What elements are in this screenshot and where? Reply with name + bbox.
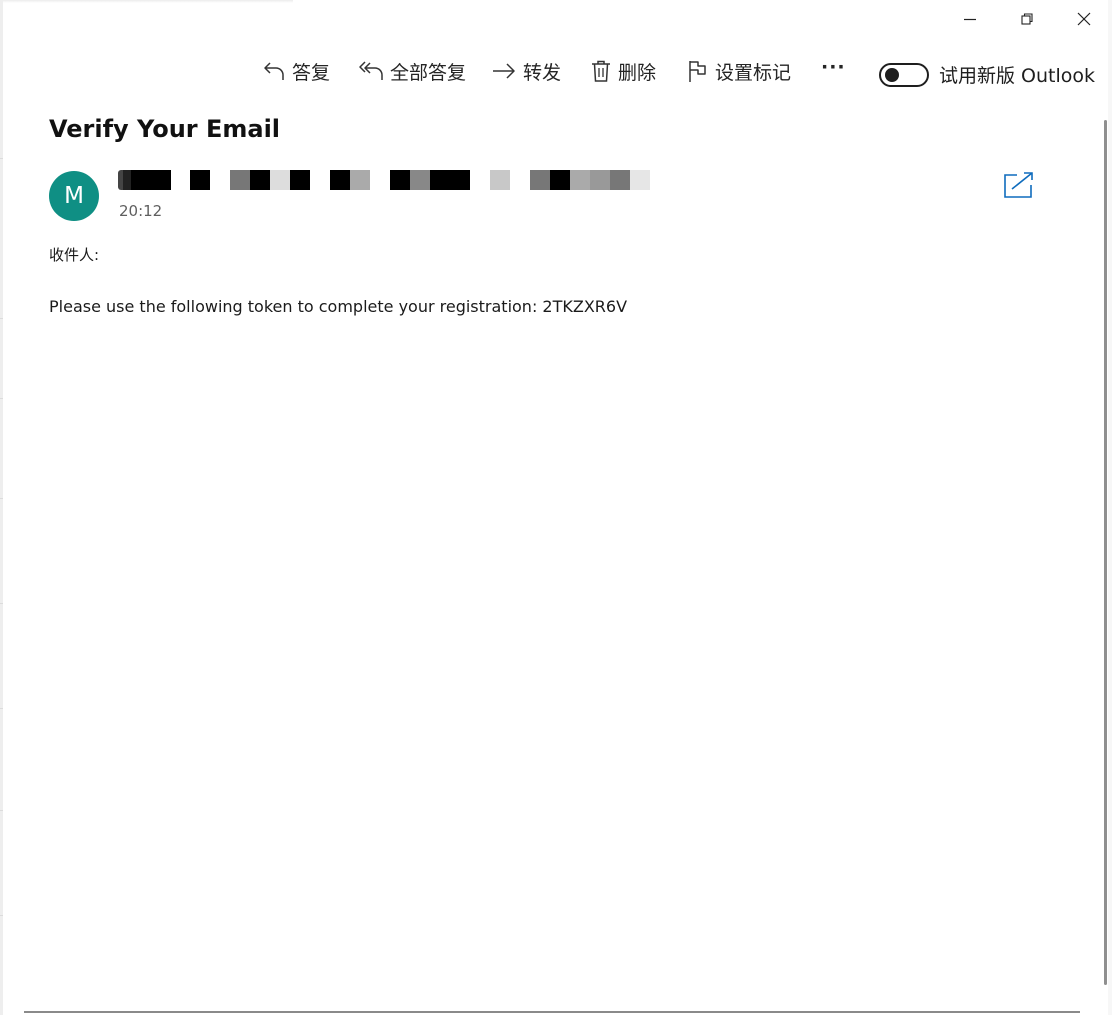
left-pane-divider: [0, 708, 3, 709]
close-icon: [1077, 12, 1091, 26]
delete-button[interactable]: 删除: [590, 56, 656, 86]
message-subject: Verify Your Email: [49, 115, 281, 143]
reply-label: 答复: [292, 61, 331, 84]
tab-shadow: [3, 0, 293, 3]
left-pane-divider: [0, 318, 3, 319]
scroll-gutter: [1108, 0, 1112, 1015]
close-button[interactable]: [1064, 4, 1104, 34]
left-pane-divider: [0, 603, 3, 604]
flag-label: 设置标记: [715, 61, 792, 84]
reply-button[interactable]: 答复: [262, 56, 330, 86]
horizontal-scrollbar[interactable]: [24, 1011, 1080, 1013]
forward-arrow-icon: [493, 63, 515, 79]
reply-icon: [264, 62, 284, 80]
delete-label: 删除: [618, 61, 657, 84]
new-outlook-toggle[interactable]: [879, 63, 929, 87]
open-in-new-window-button[interactable]: [1003, 171, 1035, 199]
minimize-button[interactable]: [950, 4, 990, 34]
sender-avatar[interactable]: M: [49, 171, 99, 221]
sender-name-redacted[interactable]: [118, 170, 650, 190]
reply-all-button[interactable]: 全部答复: [358, 56, 466, 86]
recipients-label: 收件人:: [49, 246, 100, 264]
minimize-icon: [964, 18, 976, 21]
open-in-new-window-icon: [1004, 172, 1033, 198]
left-pane-edge: [0, 0, 3, 1015]
left-pane-divider: [0, 498, 3, 499]
forward-button[interactable]: 转发: [491, 56, 561, 86]
message-time: 20:12: [119, 202, 163, 220]
forward-label: 转发: [523, 61, 562, 84]
left-pane-divider: [0, 158, 3, 159]
left-pane-divider: [0, 915, 3, 916]
new-outlook-toggle-label: 试用新版 Outlook: [939, 65, 1096, 87]
avatar-initial: M: [64, 183, 84, 209]
left-pane-divider: [0, 398, 3, 399]
restore-icon: [1021, 13, 1033, 25]
trash-icon: [592, 60, 610, 82]
restore-button[interactable]: [1007, 4, 1047, 34]
left-pane-divider: [0, 810, 3, 811]
message-body: Please use the following token to comple…: [49, 297, 628, 316]
toggle-knob: [885, 68, 899, 82]
flag-icon: [689, 61, 706, 82]
more-options-icon: ···: [821, 56, 846, 78]
flag-button[interactable]: 设置标记: [687, 56, 791, 86]
more-options-button[interactable]: ···: [821, 52, 846, 82]
reply-all-label: 全部答复: [390, 61, 467, 84]
reply-all-icon: [359, 61, 383, 80]
vertical-scrollbar[interactable]: [1104, 120, 1107, 985]
